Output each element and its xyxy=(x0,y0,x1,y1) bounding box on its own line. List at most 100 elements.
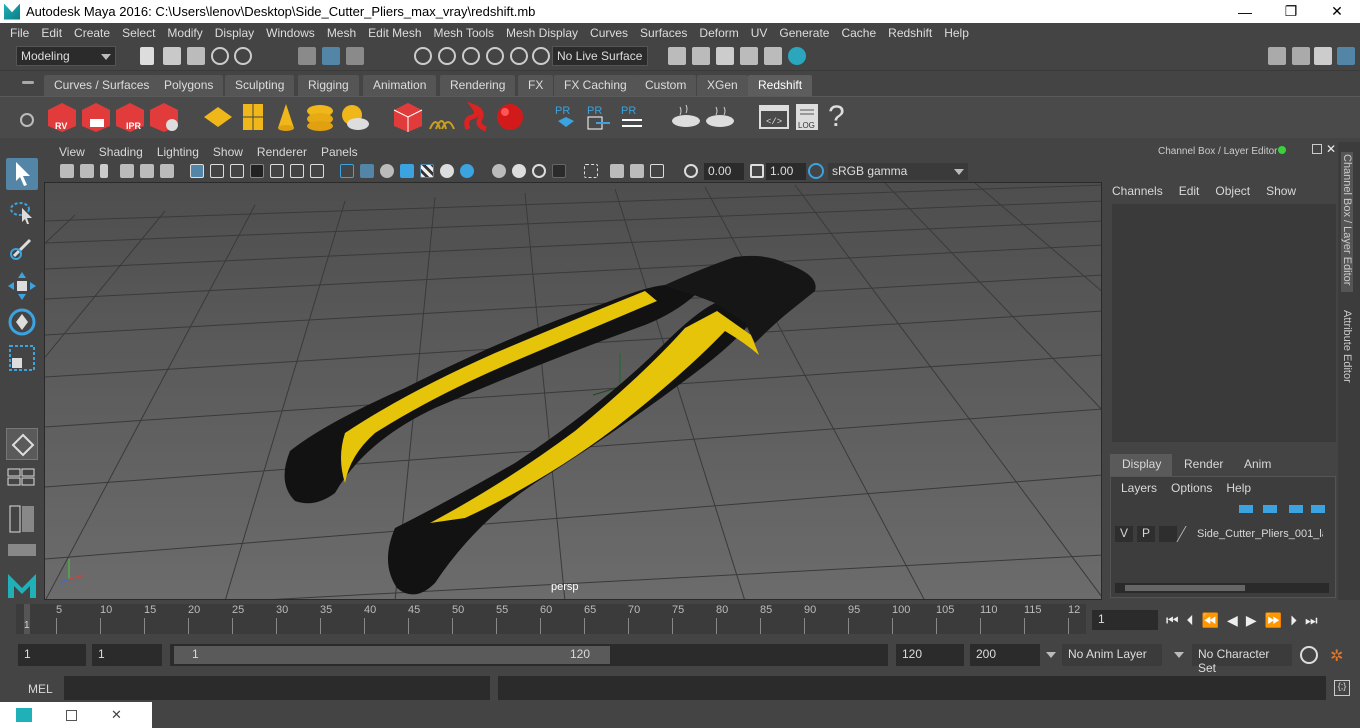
time-slider[interactable]: 5 10 15 20 25 30 35 40 45 50 55 60 65 70 75 80 85 90 95 100… xyxy=(0,600,1360,638)
tab-custom[interactable]: Custom xyxy=(635,75,697,96)
float-panel-icon[interactable] xyxy=(1312,144,1322,154)
chevron-down-icon[interactable] xyxy=(1046,652,1056,658)
viewport-menu-view[interactable]: View xyxy=(52,145,92,159)
animation-end-field[interactable]: 200 xyxy=(970,644,1040,666)
pr-swap-icon[interactable]: PR xyxy=(616,101,648,133)
pr-object-icon[interactable]: PR xyxy=(550,101,582,133)
viewport-menu-panels[interactable]: Panels xyxy=(314,145,365,159)
safe-action-icon[interactable] xyxy=(290,164,304,178)
depth-of-field-icon[interactable] xyxy=(532,164,546,178)
select-by-object-icon[interactable] xyxy=(322,47,340,65)
menu-display[interactable]: Display xyxy=(209,26,260,40)
colorspace-select[interactable]: sRGB gamma xyxy=(828,163,968,180)
resolution-gate-icon[interactable] xyxy=(230,164,244,178)
2d-pan-zoom-icon[interactable] xyxy=(160,164,174,178)
proxy-icon[interactable] xyxy=(202,101,234,133)
play-forward-icon[interactable]: ▶ xyxy=(1246,612,1257,629)
tab-sculpting[interactable]: Sculpting xyxy=(225,75,295,96)
close-button[interactable]: ✕ xyxy=(1314,0,1360,23)
animation-start-field[interactable]: 1 xyxy=(18,644,86,666)
gamma-icon[interactable] xyxy=(750,164,764,178)
outliner-toggle-icon[interactable] xyxy=(1292,47,1310,65)
maya-home-icon[interactable] xyxy=(6,568,38,600)
script-editor-button-icon[interactable]: {;} xyxy=(1334,680,1350,696)
viewport-menu-show[interactable]: Show xyxy=(206,145,250,159)
menu-cache[interactable]: Cache xyxy=(835,26,882,40)
channel-box-toggle-icon[interactable] xyxy=(1337,47,1355,65)
step-back-key-icon[interactable]: ⏪ xyxy=(1202,612,1219,629)
workspace-icon[interactable] xyxy=(1268,47,1286,65)
shelf-menu-icon[interactable] xyxy=(22,81,34,84)
bake-render-icon[interactable] xyxy=(704,101,736,133)
use-all-lights-icon[interactable] xyxy=(420,164,434,178)
move-layer-up-icon[interactable] xyxy=(1239,505,1253,513)
playback-end-field[interactable]: 120 xyxy=(896,644,964,666)
maximize-button[interactable]: ❐ xyxy=(1268,0,1314,23)
menu-edit-mesh[interactable]: Edit Mesh xyxy=(362,26,427,40)
menu-create[interactable]: Create xyxy=(68,26,116,40)
spot-light-icon[interactable] xyxy=(270,101,302,133)
layer-name[interactable]: Side_Cutter_Pliers_001_la xyxy=(1197,528,1323,540)
menu-file[interactable]: File xyxy=(4,26,35,40)
tab-rigging[interactable]: Rigging xyxy=(298,75,359,96)
menu-curves[interactable]: Curves xyxy=(584,26,634,40)
image-plane-icon[interactable] xyxy=(120,164,134,178)
new-layer-icon[interactable] xyxy=(1289,505,1303,513)
go-to-start-icon[interactable]: ⏮ xyxy=(1166,612,1179,629)
isolate-select-icon[interactable] xyxy=(552,164,566,178)
chevron-down-icon[interactable] xyxy=(1174,652,1184,658)
render-view-rv-icon[interactable]: RV xyxy=(46,101,78,133)
step-forward-frame-icon[interactable]: ⏵ xyxy=(1290,612,1297,629)
range-slider-handle[interactable] xyxy=(174,646,610,664)
grease-pencil-icon[interactable] xyxy=(140,164,154,178)
area-light-icon[interactable] xyxy=(237,101,269,133)
menu-modify[interactable]: Modify xyxy=(161,26,208,40)
single-perspective-view-icon[interactable] xyxy=(6,428,38,460)
camera-attributes-icon[interactable] xyxy=(80,164,94,178)
tab-fx[interactable]: FX xyxy=(518,75,554,96)
material-cube-icon[interactable] xyxy=(392,101,424,133)
channel-object-menu[interactable]: Object xyxy=(1215,184,1250,198)
color-management-icon[interactable] xyxy=(808,163,824,179)
tab-rendering[interactable]: Rendering xyxy=(440,75,516,96)
tab-attribute-editor[interactable]: Attribute Editor xyxy=(1341,310,1353,383)
ipr-render-icon[interactable] xyxy=(740,47,758,65)
anim-layer-select[interactable]: No Anim Layer xyxy=(1062,644,1162,666)
exposure-icon[interactable] xyxy=(684,164,698,178)
render-frame-icon[interactable] xyxy=(692,47,710,65)
tab-fx-caching[interactable]: FX Caching xyxy=(554,75,637,96)
textured-icon[interactable] xyxy=(400,164,414,178)
step-forward-key-icon[interactable]: ⏩ xyxy=(1265,612,1282,629)
xray-active-icon[interactable] xyxy=(610,164,624,178)
time-ruler[interactable]: 5 10 15 20 25 30 35 40 45 50 55 60 65 70 75 80 85 90 95 100… xyxy=(16,604,1086,634)
minimize-button[interactable]: — xyxy=(1222,0,1268,23)
safe-title-icon[interactable] xyxy=(310,164,324,178)
auto-key-icon[interactable] xyxy=(1300,646,1318,664)
menu-uv[interactable]: UV xyxy=(745,26,774,40)
save-scene-icon[interactable] xyxy=(187,47,205,65)
render-globals-icon[interactable] xyxy=(764,47,782,65)
wireframe-on-shaded-icon[interactable] xyxy=(380,164,394,178)
field-chart-icon[interactable] xyxy=(270,164,284,178)
mode-selector[interactable]: Modeling xyxy=(16,46,116,66)
layer-help-menu[interactable]: Help xyxy=(1226,481,1251,495)
menu-generate[interactable]: Generate xyxy=(773,26,835,40)
menu-mesh-display[interactable]: Mesh Display xyxy=(500,26,584,40)
exposure-field[interactable]: 0.00 xyxy=(704,163,744,180)
menu-edit[interactable]: Edit xyxy=(35,26,68,40)
maya-window-icon[interactable] xyxy=(16,708,32,722)
lasso-tool-icon[interactable] xyxy=(6,196,38,228)
new-scene-icon[interactable] xyxy=(140,47,154,65)
persp-viewport[interactable]: persp xyxy=(44,182,1102,600)
play-backward-icon[interactable]: ◀ xyxy=(1227,612,1238,629)
restore-window-icon[interactable] xyxy=(66,709,77,721)
character-set-select[interactable]: No Character Set xyxy=(1192,644,1292,675)
layer-scrollbar[interactable] xyxy=(1115,583,1329,593)
help-icon[interactable]: ? xyxy=(828,101,860,133)
camera-icon[interactable] xyxy=(60,164,74,178)
script-editor-icon[interactable]: </> xyxy=(758,101,790,133)
render-view-icon[interactable] xyxy=(716,47,734,65)
ipr-render-icon[interactable]: IPR xyxy=(114,101,146,133)
tab-render[interactable]: Render xyxy=(1174,454,1230,476)
command-language-label[interactable]: MEL xyxy=(28,682,53,696)
